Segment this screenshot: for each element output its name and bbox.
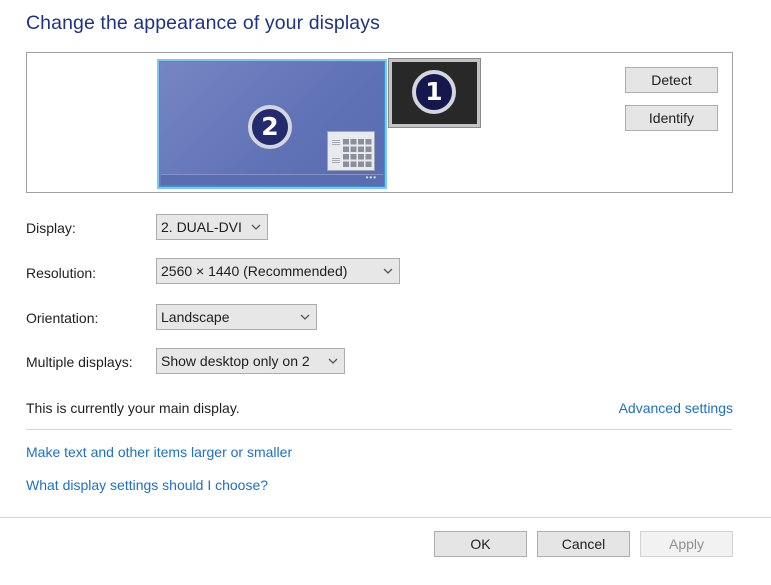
resolution-label: Resolution:	[26, 265, 97, 281]
monitor-2[interactable]: 2 •••	[157, 59, 387, 189]
resolution-select[interactable]: 2560 × 1440 (Recommended)	[156, 258, 400, 284]
monitor-number-badge: 1	[412, 70, 456, 114]
display-arrangement-preview: 2 ••• 1 Detect Identify	[26, 52, 733, 193]
monitor-1[interactable]: 1	[389, 59, 480, 127]
orientation-label: Orientation:	[26, 310, 99, 326]
cancel-button[interactable]: Cancel	[537, 531, 630, 557]
start-screen-icon	[327, 131, 375, 171]
advanced-settings-link[interactable]: Advanced settings	[619, 400, 733, 416]
multiple-displays-select-value: Show desktop only on 2	[161, 353, 310, 369]
orientation-select-value: Landscape	[161, 309, 230, 325]
resolution-select-value: 2560 × 1440 (Recommended)	[161, 263, 348, 279]
tile-grid	[343, 139, 372, 167]
multiple-displays-select[interactable]: Show desktop only on 2	[156, 348, 345, 374]
chevron-down-icon	[251, 224, 261, 230]
page-title: Change the appearance of your displays	[26, 12, 380, 34]
taskbar-dots: •••	[365, 173, 377, 182]
ok-button[interactable]: OK	[434, 531, 527, 557]
tile-lines-top	[332, 140, 340, 146]
detect-button[interactable]: Detect	[625, 67, 718, 93]
chevron-down-icon	[383, 268, 393, 274]
display-label: Display:	[26, 220, 76, 236]
main-display-status: This is currently your main display.	[26, 400, 240, 416]
display-help-link[interactable]: What display settings should I choose?	[26, 477, 268, 493]
footer-divider	[0, 517, 771, 518]
display-select-value: 2. DUAL-DVI	[161, 219, 242, 235]
text-size-link[interactable]: Make text and other items larger or smal…	[26, 444, 292, 460]
monitor-taskbar: •••	[161, 174, 383, 185]
section-divider	[26, 429, 732, 430]
chevron-down-icon	[328, 358, 338, 364]
orientation-select[interactable]: Landscape	[156, 304, 317, 330]
apply-button[interactable]: Apply	[640, 531, 733, 557]
chevron-down-icon	[300, 314, 310, 320]
identify-button[interactable]: Identify	[625, 105, 718, 131]
monitor-number-badge: 2	[248, 105, 292, 149]
multiple-displays-label: Multiple displays:	[26, 354, 133, 370]
display-select[interactable]: 2. DUAL-DVI	[156, 214, 268, 240]
tile-lines-bottom	[332, 158, 340, 164]
